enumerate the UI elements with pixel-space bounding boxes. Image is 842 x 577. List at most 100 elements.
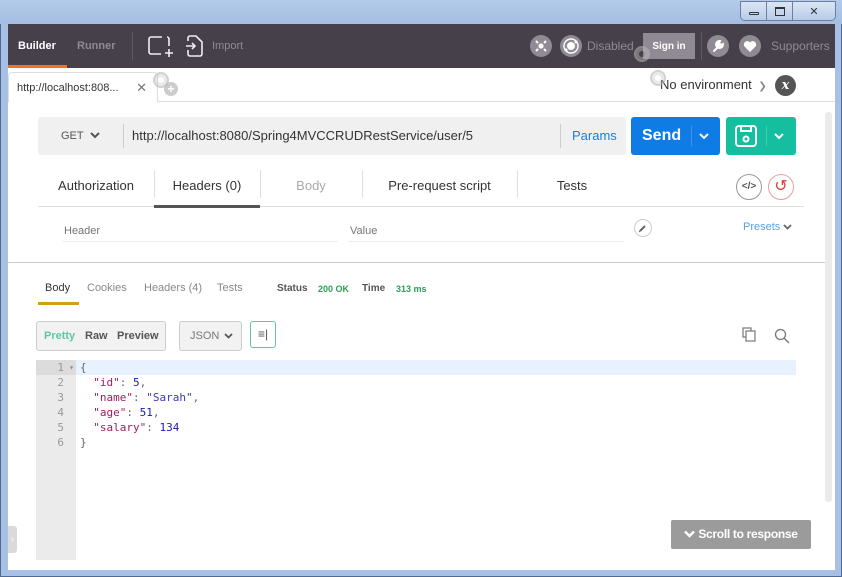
- method-label: GET: [61, 130, 84, 142]
- chevron-down-icon: ❯: [758, 81, 767, 92]
- environment-select[interactable]: No environment ❯: [660, 77, 767, 92]
- request-tab-label: http://localhost:808...: [17, 81, 119, 94]
- tab-label: Headers (0): [172, 178, 242, 193]
- supporters-button[interactable]: [739, 35, 761, 57]
- interceptor-button[interactable]: [530, 35, 552, 57]
- request-section-tabs: Authorization Headers (0) Body Pre-reque…: [38, 167, 804, 208]
- code-icon: </>: [741, 181, 757, 192]
- chevron-down-icon: [684, 530, 696, 538]
- presets-dropdown[interactable]: Presets: [743, 221, 792, 233]
- language-label: JSON: [190, 330, 220, 342]
- method-select[interactable]: GET: [38, 117, 123, 155]
- new-window-button[interactable]: [148, 35, 174, 60]
- sidebar-toggle[interactable]: ›: [8, 526, 17, 553]
- tab-authorization[interactable]: Authorization: [38, 167, 154, 207]
- tab-body[interactable]: Body: [260, 167, 362, 207]
- close-window-button[interactable]: ✕: [793, 2, 835, 20]
- search-icon: [774, 328, 790, 344]
- click-ripple-indicator: [153, 72, 169, 88]
- chevron-down-icon[interactable]: [699, 127, 709, 145]
- time-label: Time: [362, 283, 386, 294]
- supporters-label[interactable]: Supporters: [771, 24, 830, 68]
- toolbar-divider: [132, 32, 133, 60]
- url-bar: GET http://localhost:8080/Spring4MVCCRUD…: [38, 117, 626, 155]
- plus-icon: +: [167, 82, 175, 96]
- status-label: Status: [277, 283, 308, 294]
- eye-x-icon: x: [781, 78, 790, 93]
- runner-tab[interactable]: Runner: [77, 24, 116, 68]
- copy-button[interactable]: [742, 327, 756, 345]
- sync-status-label: Disabled: [587, 39, 634, 53]
- code-line: "age": 51,: [93, 406, 160, 419]
- language-select[interactable]: JSON: [179, 321, 242, 351]
- tab-headers[interactable]: Headers (0): [154, 167, 260, 208]
- settings-button[interactable]: [707, 35, 729, 57]
- url-input[interactable]: http://localhost:8080/Spring4MVCCRUDRest…: [132, 117, 552, 155]
- sign-in-button[interactable]: Sign in: [643, 33, 695, 59]
- save-divider: [766, 126, 767, 146]
- header-value-input[interactable]: [348, 220, 624, 242]
- wrap-lines-button[interactable]: ≡|: [250, 321, 276, 348]
- send-button[interactable]: Send: [631, 117, 720, 155]
- sync-status-button[interactable]: [560, 35, 582, 57]
- tab-label: Tests: [556, 178, 588, 193]
- tab-label: Body: [296, 178, 326, 193]
- import-label[interactable]: Import: [212, 24, 243, 68]
- code-line: "id": 5,: [93, 376, 147, 389]
- close-icon: ✕: [809, 5, 819, 18]
- builder-tab[interactable]: Builder: [18, 24, 74, 68]
- postman-app: Builder Runner Import Disabled Sign in S…: [8, 24, 835, 570]
- minimize-button[interactable]: [741, 2, 767, 20]
- format-pretty[interactable]: Pretty: [44, 322, 75, 350]
- vertical-scrollbar[interactable]: [825, 112, 832, 502]
- import-button[interactable]: [185, 35, 205, 60]
- format-raw[interactable]: Raw: [85, 322, 108, 350]
- tab-tests[interactable]: Tests: [517, 167, 627, 207]
- response-tab-body[interactable]: Body: [45, 282, 70, 294]
- active-tab-indicator: [38, 302, 79, 305]
- chevron-down-icon[interactable]: [774, 127, 784, 145]
- environment-label: No environment: [660, 77, 752, 92]
- click-ripple-indicator: [634, 46, 650, 62]
- tab-pre-request-script[interactable]: Pre-request script: [362, 167, 517, 207]
- request-tab[interactable]: http://localhost:808... ✕: [8, 72, 158, 103]
- url-divider: [560, 124, 561, 148]
- environment-quicklook-button[interactable]: x: [775, 75, 796, 96]
- chevron-down-icon: [90, 132, 101, 139]
- reset-button[interactable]: ↺: [768, 174, 794, 200]
- generate-code-button[interactable]: </>: [736, 174, 762, 200]
- line-number: 6: [57, 436, 64, 449]
- header-key-input[interactable]: [62, 220, 338, 242]
- close-tab-icon[interactable]: ✕: [136, 80, 147, 96]
- active-line-highlight: [76, 360, 796, 375]
- new-window-icon: [148, 36, 173, 57]
- chevron-down-icon: [783, 224, 792, 230]
- response-tab-cookies[interactable]: Cookies: [87, 282, 127, 294]
- line-number: 5: [57, 421, 64, 434]
- send-label: Send: [642, 127, 682, 144]
- url-divider: [123, 124, 124, 148]
- save-icon: [735, 125, 757, 147]
- import-icon: [186, 35, 203, 57]
- minimize-icon: [748, 11, 759, 15]
- wrap-icon: ≡|: [257, 327, 269, 341]
- maximize-button[interactable]: [767, 2, 793, 20]
- format-preview[interactable]: Preview: [117, 322, 159, 350]
- save-button[interactable]: [726, 117, 796, 155]
- click-ripple-indicator: [650, 70, 666, 86]
- wrench-icon: [713, 40, 724, 52]
- scroll-to-response-button[interactable]: Scroll to response: [671, 520, 811, 549]
- status-value: 200 OK: [318, 284, 350, 294]
- line-number: 4: [57, 406, 64, 419]
- scroll-to-response-label: Scroll to response: [698, 527, 798, 541]
- send-divider: [691, 126, 692, 146]
- pencil-icon: [638, 225, 646, 233]
- params-button[interactable]: Params: [572, 117, 617, 155]
- line-number: 2: [57, 376, 64, 389]
- response-tab-headers[interactable]: Headers (4): [144, 282, 202, 294]
- chevron-right-icon: ›: [10, 534, 15, 545]
- search-button[interactable]: [774, 328, 790, 347]
- fold-arrow-icon[interactable]: ▾: [69, 360, 74, 375]
- response-tab-tests[interactable]: Tests: [217, 282, 243, 294]
- bulk-edit-button[interactable]: [634, 219, 652, 237]
